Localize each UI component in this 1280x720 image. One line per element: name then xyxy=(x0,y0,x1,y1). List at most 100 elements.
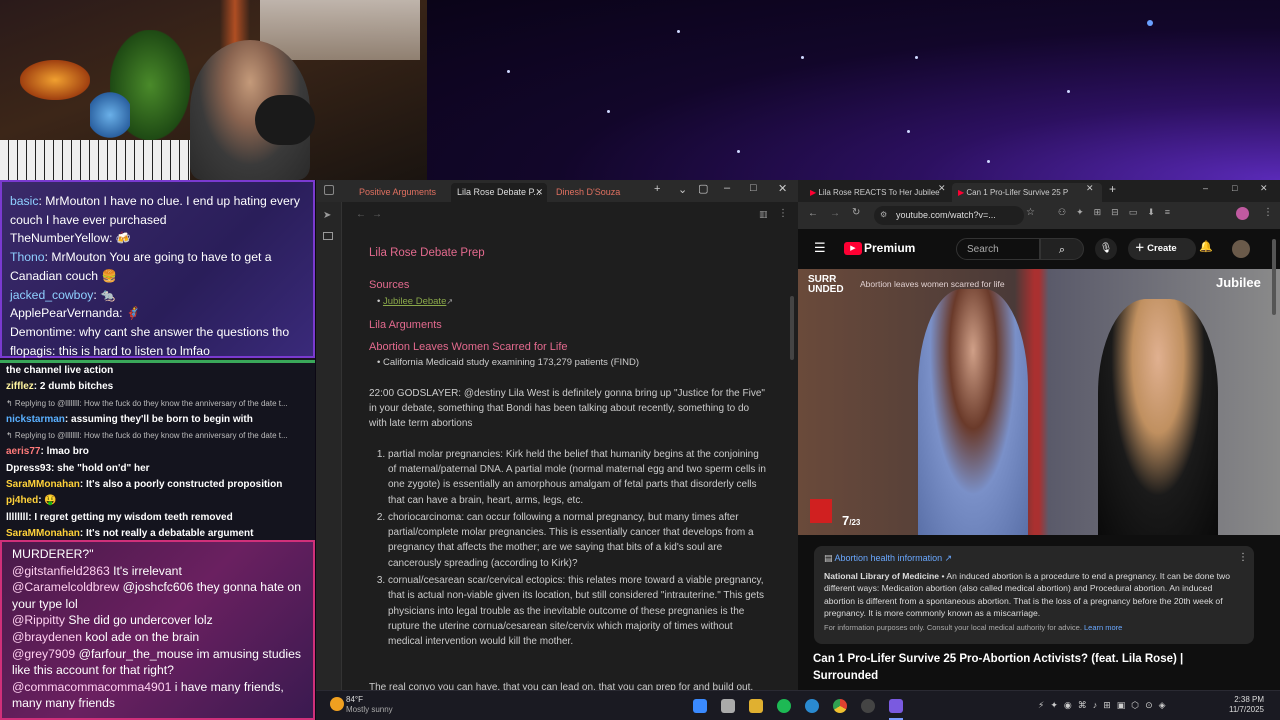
chat-text: MURDERER?" xyxy=(12,547,94,561)
pages-icon[interactable] xyxy=(323,232,333,240)
more-options-icon[interactable]: ⋮ xyxy=(1263,207,1273,218)
maximize-icon[interactable]: □ xyxy=(1232,183,1237,193)
file-explorer-icon[interactable] xyxy=(749,699,763,713)
video-overlay-brand: SURR UNDED xyxy=(808,274,844,295)
scrollbar[interactable] xyxy=(1272,239,1276,315)
microphone-icon[interactable]: 🎙 xyxy=(1095,238,1117,260)
arguments-heading: Lila Arguments xyxy=(369,318,442,331)
system-tray-icons[interactable]: ⚡✦◉⌘♪⊞▣⬡⊙◈ xyxy=(1038,700,1172,711)
chat-reply-line: ↰ Replying to @llllllll: How the fuck do… xyxy=(6,396,309,412)
reload-icon[interactable]: ↻ xyxy=(852,207,860,218)
tab-dinesh-dsouza[interactable]: Dinesh D'Souza xyxy=(550,183,626,202)
new-tab-icon[interactable]: + xyxy=(654,183,660,195)
flag-icon xyxy=(810,499,832,523)
obsidian-icon[interactable] xyxy=(889,699,903,713)
notifications-icon[interactable]: 🔔 xyxy=(1199,240,1213,253)
obs-icon[interactable] xyxy=(861,699,875,713)
close-window-icon[interactable]: ✕ xyxy=(778,182,787,195)
youtube-logo-icon[interactable]: ▶ xyxy=(844,242,862,255)
list-item: partial molar pregnancies: Kirk held the… xyxy=(388,447,769,508)
reading-view-icon[interactable]: ▥ xyxy=(759,209,768,220)
spotify-icon[interactable] xyxy=(777,699,791,713)
notes-tab-bar: Positive Arguments Lila Rose Debate P...… xyxy=(316,180,798,202)
clock-date[interactable]: 11/7/2025 xyxy=(1216,705,1264,714)
chat-line: MURDERER?" xyxy=(12,546,303,563)
minimize-icon[interactable]: – xyxy=(724,182,730,194)
scrollbar[interactable] xyxy=(790,296,794,360)
doc-title: Lila Rose Debate Prep xyxy=(369,247,485,259)
site-info-icon[interactable]: ⚙ xyxy=(880,210,887,219)
star xyxy=(1147,20,1153,26)
browser-tab[interactable]: ▶ Lila Rose REACTS To Her Jubilee xyxy=(804,183,944,202)
more-options-icon[interactable]: ⋮ xyxy=(778,208,788,219)
chat-text: : MrMouton I have no clue. I end up hati… xyxy=(10,194,300,227)
jubilee-debate-link[interactable]: Jubilee Debate xyxy=(383,296,446,307)
youtube-header: ☰ ▶ Premium Search ⌕ 🎙 ＋ Create 🔔 xyxy=(798,229,1280,269)
address-bar[interactable]: youtube.com/watch?v=... xyxy=(874,206,1024,225)
chat-line: @Rippitty She did go undercover lolz xyxy=(12,612,303,629)
search-icon[interactable]: ⌕ xyxy=(1040,238,1084,260)
space-backdrop xyxy=(427,0,1280,180)
notes-window: Positive Arguments Lila Rose Debate P...… xyxy=(316,180,798,693)
forward-icon[interactable]: → xyxy=(830,208,840,219)
edge-icon[interactable] xyxy=(805,699,819,713)
chat-username: @Caramelcoldbrew xyxy=(12,580,120,595)
chat-text: : 🤑 xyxy=(38,495,57,507)
weather-temp[interactable]: 84°F xyxy=(346,695,363,704)
star xyxy=(801,56,804,59)
send-icon[interactable]: ➤ xyxy=(323,210,331,221)
close-tab-icon[interactable]: ✕ xyxy=(938,183,946,194)
layout-icon[interactable]: ▢ xyxy=(698,182,708,195)
chat-username: @braydenen xyxy=(12,629,82,644)
chat-text: : assuming they'll be born to begin with xyxy=(64,413,253,425)
tab-positive-arguments[interactable]: Positive Arguments xyxy=(353,183,442,202)
start-icon[interactable] xyxy=(693,699,707,713)
close-window-icon[interactable]: ✕ xyxy=(1260,183,1268,194)
chat-username: flopagis xyxy=(10,343,53,358)
video-player[interactable]: SURR UNDED Abortion leaves women scarred… xyxy=(798,269,1280,535)
weather-sun-icon[interactable] xyxy=(330,697,344,711)
close-tab-icon[interactable]: ✕ xyxy=(535,183,543,202)
clock-time[interactable]: 2:38 PM xyxy=(1224,695,1264,704)
chat-line: Dpress93: she "hold on'd" her xyxy=(6,461,309,477)
create-button[interactable]: ＋ Create xyxy=(1128,238,1196,260)
chevron-down-icon[interactable]: ⌄ xyxy=(678,183,687,196)
chat-text: : 2 dumb bitches xyxy=(33,381,114,393)
video-title: Can 1 Pro-Lifer Survive 25 Pro-Abortion … xyxy=(813,653,1184,682)
list-item: cornual/cesarean scar/cervical ectopics:… xyxy=(388,573,769,649)
chat-line: @Caramelcoldbrew @joshcfc606 they gonna … xyxy=(12,579,303,612)
sidebar-toggle-icon[interactable] xyxy=(324,185,334,195)
chat-text: : 🦸 xyxy=(119,306,142,321)
new-tab-icon[interactable]: + xyxy=(1109,182,1116,196)
tab-lila-rose-debate-prep[interactable]: Lila Rose Debate P... ✕ xyxy=(451,183,547,202)
search-input[interactable]: Search xyxy=(956,238,1040,260)
close-tab-icon[interactable]: ✕ xyxy=(1086,183,1094,194)
brand-name[interactable]: Premium xyxy=(864,241,915,255)
chat-username: @commacommacomma4901 xyxy=(12,679,172,694)
maximize-icon[interactable]: □ xyxy=(750,182,757,194)
learn-more-link[interactable]: Learn more xyxy=(1084,623,1122,632)
browser-tab-active[interactable]: ▶ Can 1 Pro-Lifer Survive 25 P xyxy=(952,183,1102,202)
chrome-icon[interactable] xyxy=(833,699,847,713)
chat-line: llllllll: I regret getting my wisdom tee… xyxy=(6,510,309,526)
profile-avatar[interactable] xyxy=(1236,207,1249,220)
more-options-icon[interactable]: ⋮ xyxy=(1238,552,1248,565)
browser-toolbar: ← → ↻ youtube.com/watch?v=... ⚙ ☆ ⚇✦⊞⊟▭⬇… xyxy=(798,202,1280,229)
argument-heading: Abortion Leaves Women Scarred for Life xyxy=(369,341,568,354)
weather-desc[interactable]: Mostly sunny xyxy=(346,705,393,714)
document-icon: ▤ xyxy=(824,553,835,563)
extensions-bar[interactable]: ⚇✦⊞⊟▭⬇≡ xyxy=(1058,207,1248,223)
webcam-microphone xyxy=(255,95,315,145)
menu-icon[interactable]: ☰ xyxy=(814,240,826,256)
chat-username: zifflez xyxy=(6,381,34,393)
channel-avatar[interactable] xyxy=(1232,240,1250,258)
back-icon[interactable]: ← xyxy=(356,209,366,220)
star-icon[interactable]: ☆ xyxy=(1026,207,1035,218)
back-icon[interactable]: ← xyxy=(808,208,818,219)
chat-text: : I regret getting my wisdom teeth remov… xyxy=(28,511,233,523)
task-view-icon[interactable] xyxy=(721,699,735,713)
info-heading[interactable]: ▤ Abortion health information ↗ xyxy=(824,552,1244,565)
chat-username: basic xyxy=(10,194,39,208)
minimize-icon[interactable]: – xyxy=(1203,183,1208,193)
forward-icon[interactable]: → xyxy=(372,209,382,220)
